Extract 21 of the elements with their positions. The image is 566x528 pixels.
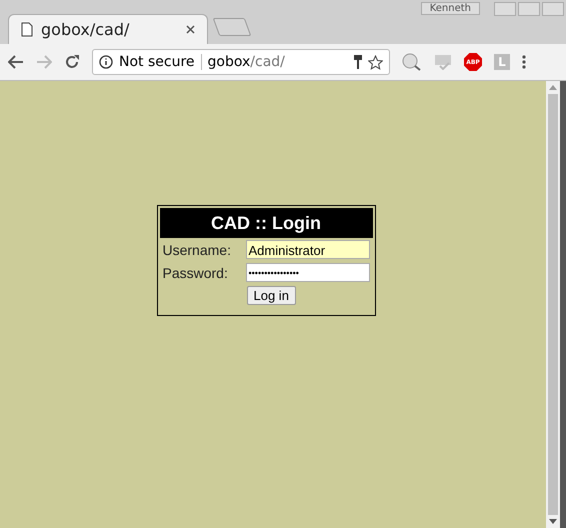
- password-field[interactable]: ••••••••••••••••: [246, 263, 370, 282]
- profile-button[interactable]: Kenneth: [420, 2, 480, 15]
- ip-lookup-icon[interactable]: [402, 53, 422, 71]
- browser-tab[interactable]: gobox/cad/: [8, 14, 208, 44]
- security-label: Not secure: [119, 54, 195, 70]
- login-button[interactable]: Log in: [246, 286, 296, 305]
- info-icon[interactable]: [99, 55, 113, 69]
- scroll-down-icon[interactable]: [549, 519, 557, 524]
- back-icon[interactable]: [8, 55, 24, 69]
- page-icon: [21, 22, 33, 37]
- scrollbar[interactable]: [546, 81, 566, 528]
- username-label: Username:: [162, 242, 232, 258]
- username-field[interactable]: Administrator: [246, 240, 370, 259]
- password-label: Password:: [162, 264, 229, 280]
- url-text: gobox/cad/: [208, 54, 286, 70]
- address-bar[interactable]: Not secure gobox/cad/: [92, 49, 390, 75]
- login-title: CAD :: Login: [160, 208, 372, 238]
- star-icon[interactable]: [368, 54, 383, 70]
- menu-icon[interactable]: [522, 55, 526, 69]
- reload-icon[interactable]: [64, 54, 80, 70]
- close-icon[interactable]: [186, 25, 195, 34]
